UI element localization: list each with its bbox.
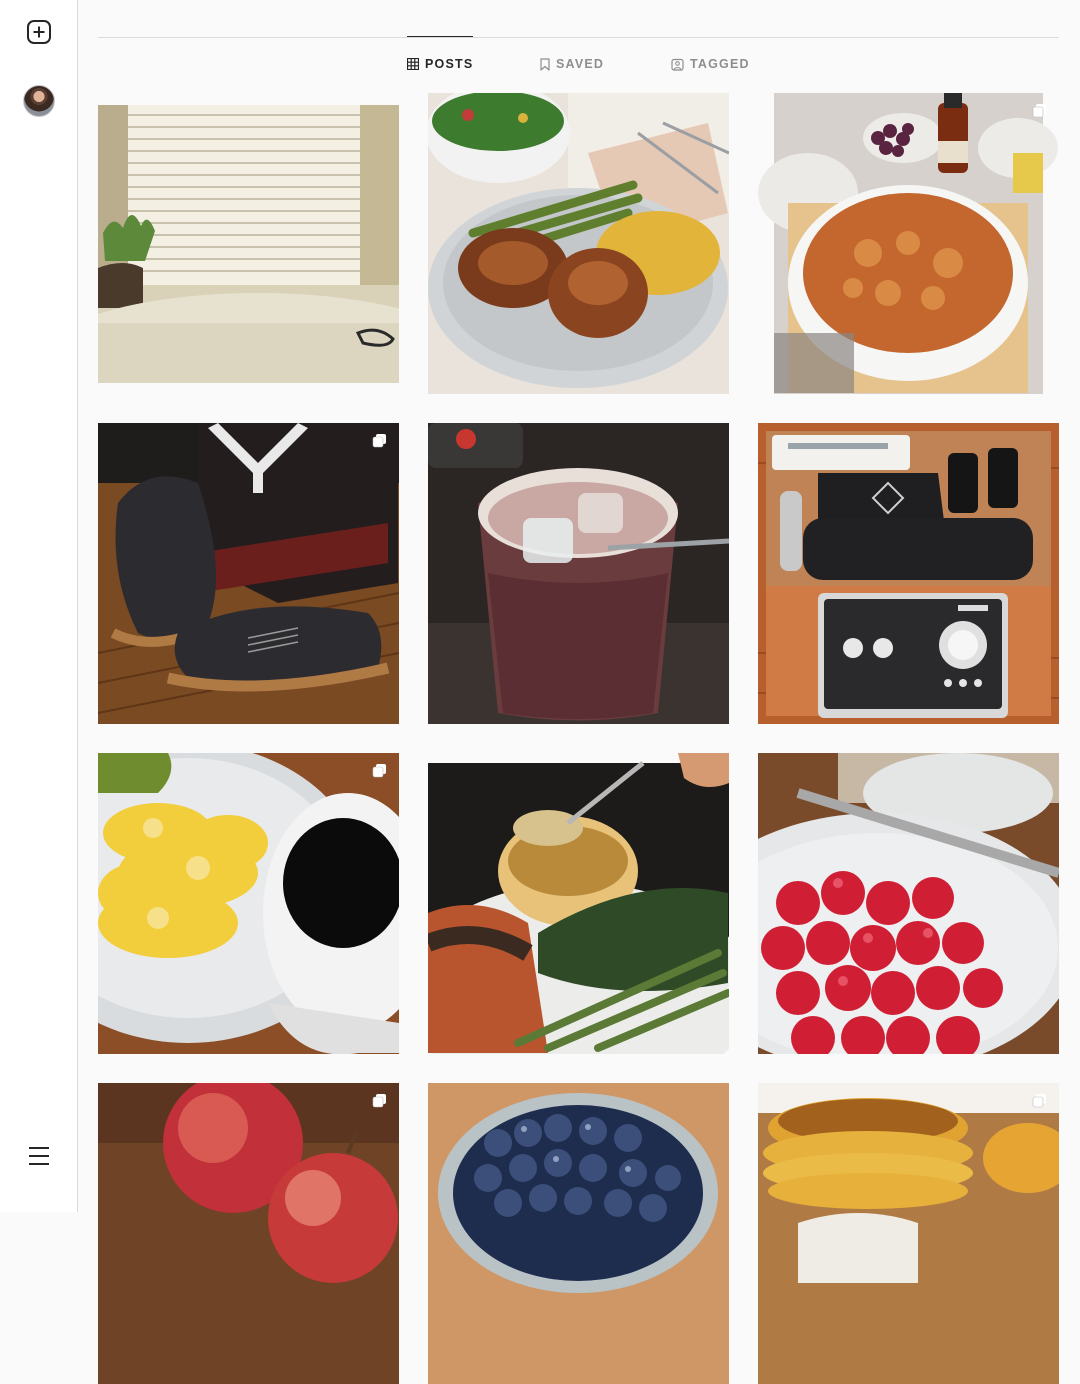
post-image: [758, 93, 1059, 394]
post-image: [428, 753, 729, 1054]
post-image: [428, 1083, 729, 1384]
tab-label: POSTS: [425, 57, 474, 71]
post-image: [98, 753, 399, 1054]
post-tile[interactable]: [98, 423, 399, 724]
sidebar: [0, 0, 78, 1212]
multiple-photos-icon: [372, 764, 386, 778]
profile-tabs: POSTS SAVED TAGGED: [98, 36, 1059, 91]
tab-saved[interactable]: SAVED: [540, 37, 604, 91]
post-tile[interactable]: [758, 93, 1059, 394]
tab-tagged[interactable]: TAGGED: [671, 37, 750, 91]
post-tile[interactable]: [758, 1083, 1059, 1384]
post-tile[interactable]: [98, 93, 399, 394]
multiple-photos-icon: [1032, 1094, 1046, 1108]
profile-main: POSTS SAVED TAGGED: [98, 0, 1059, 1384]
new-post-button[interactable]: [21, 14, 57, 50]
post-image: [98, 423, 399, 724]
bookmark-icon: [540, 57, 550, 71]
tagged-user-icon: [671, 58, 684, 71]
post-image: [98, 1083, 399, 1384]
post-tile[interactable]: [98, 1083, 399, 1384]
tab-posts[interactable]: POSTS: [407, 36, 474, 91]
post-image: [758, 753, 1059, 1054]
tab-label: SAVED: [556, 57, 605, 71]
multiple-photos-icon: [1032, 104, 1046, 118]
post-image: [758, 1083, 1059, 1384]
more-menu-button[interactable]: [21, 1138, 57, 1174]
post-tile[interactable]: [428, 753, 729, 1054]
multiple-photos-icon: [372, 434, 386, 448]
tab-label: TAGGED: [690, 57, 750, 71]
post-tile[interactable]: [758, 753, 1059, 1054]
post-tile[interactable]: [428, 93, 729, 394]
grid-icon: [407, 58, 419, 70]
avatar: [23, 85, 55, 117]
multiple-photos-icon: [372, 1094, 386, 1108]
post-tile[interactable]: [98, 753, 399, 1054]
post-tile[interactable]: [428, 423, 729, 724]
plus-square-icon: [27, 20, 51, 44]
hamburger-menu-icon: [29, 1147, 49, 1165]
post-image: [428, 423, 729, 724]
post-image: [428, 93, 729, 394]
post-tile[interactable]: [428, 1083, 729, 1384]
profile-button[interactable]: [21, 83, 57, 119]
post-tile[interactable]: [758, 423, 1059, 724]
post-image: [98, 93, 399, 394]
post-image: [758, 423, 1059, 724]
